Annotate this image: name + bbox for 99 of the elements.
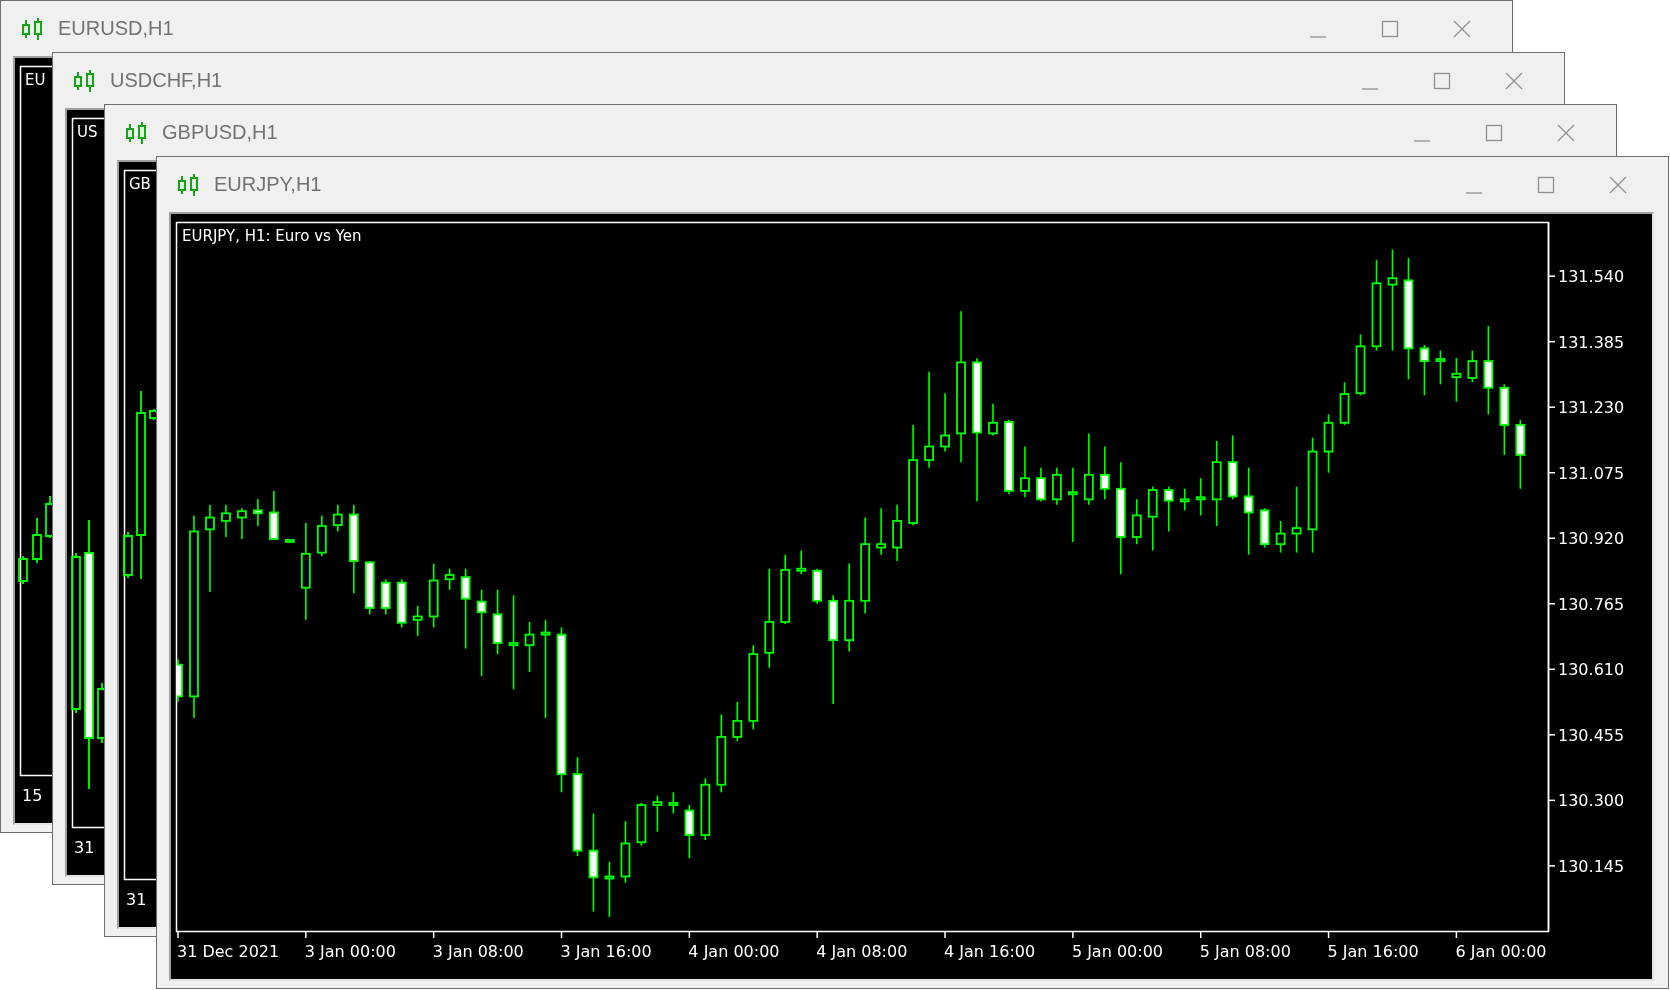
minimize-icon — [1413, 139, 1431, 142]
candle — [796, 549, 807, 575]
candle — [652, 794, 663, 833]
candle — [269, 490, 279, 541]
candle — [1515, 419, 1526, 490]
candle — [1435, 349, 1446, 386]
time-label: 5 Jan 08:00 — [1199, 942, 1291, 961]
candle — [284, 538, 295, 543]
candle — [380, 578, 391, 616]
price-label: 130.765 — [1558, 594, 1625, 614]
candle — [892, 504, 902, 562]
window-title: EURJPY,H1 — [214, 173, 322, 196]
close-icon — [1453, 19, 1471, 38]
price-label: 130.610 — [1558, 660, 1625, 680]
maximize-icon — [1433, 71, 1451, 90]
price-label: 131.075 — [1558, 463, 1625, 483]
candle — [1467, 349, 1478, 384]
candle — [1036, 466, 1046, 503]
time-label: 4 Jan 16:00 — [944, 942, 1036, 961]
candle — [604, 860, 615, 918]
candle — [1227, 434, 1238, 501]
candle — [396, 578, 407, 629]
price-label: 130.300 — [1558, 791, 1625, 811]
time-label: 3 Jan 08:00 — [432, 942, 524, 961]
candle — [684, 804, 695, 860]
candle — [940, 392, 950, 453]
window-title: GBPUSD,H1 — [162, 121, 278, 144]
candle — [1163, 485, 1174, 533]
time-label: 15 — [22, 786, 43, 805]
candle — [1020, 445, 1030, 499]
maximize-icon — [1537, 175, 1555, 194]
candle — [1195, 477, 1206, 517]
candle — [1179, 487, 1190, 512]
time-label: 31 — [126, 890, 147, 909]
price-label: 130.455 — [1558, 725, 1625, 745]
maximize-icon — [1381, 19, 1399, 38]
candle — [636, 802, 647, 847]
candle — [1147, 485, 1158, 552]
candle — [1052, 466, 1062, 506]
minimize-icon — [1309, 35, 1327, 38]
candle — [444, 567, 455, 591]
price-label: 131.385 — [1558, 332, 1625, 352]
price-label: 131.230 — [1558, 398, 1625, 418]
candle — [492, 589, 503, 655]
candle — [221, 504, 231, 538]
minimize-icon — [1465, 191, 1483, 194]
candle — [332, 504, 343, 533]
candle — [1131, 498, 1142, 545]
candle — [1323, 413, 1334, 474]
candle — [1339, 381, 1350, 426]
time-label: 3 Jan 00:00 — [304, 942, 396, 961]
candle — [780, 553, 791, 625]
candle — [412, 605, 423, 637]
candle — [428, 562, 439, 629]
time-label: 31 Dec 2021 — [177, 942, 280, 961]
time-label: 3 Jan 16:00 — [560, 942, 652, 961]
candle — [876, 507, 886, 556]
candlestick-icon — [22, 16, 44, 41]
chart-title: EURJPY, H1: Euro vs Yen — [182, 227, 362, 245]
candle — [1099, 445, 1110, 501]
window-title: EURUSD,H1 — [58, 17, 174, 40]
candlestick-icon — [126, 120, 148, 145]
candlestick-icon — [74, 68, 96, 93]
time-label: 6 Jan 00:00 — [1455, 942, 1547, 961]
time-label: 5 Jan 00:00 — [1071, 942, 1163, 961]
candle — [1355, 333, 1366, 397]
candle — [364, 560, 375, 616]
price-label: 130.145 — [1558, 856, 1625, 876]
close-icon — [1609, 175, 1627, 194]
time-label: 5 Jan 16:00 — [1327, 942, 1419, 961]
candle — [1259, 507, 1270, 549]
candle — [1419, 344, 1430, 397]
minimize-icon — [1361, 87, 1379, 90]
candle — [812, 567, 823, 605]
candle — [316, 514, 327, 557]
time-label: 4 Jan 00:00 — [688, 942, 780, 961]
candle — [620, 820, 631, 884]
candle — [988, 403, 998, 437]
maximize-icon — [1485, 123, 1503, 142]
chart-title: GB — [129, 175, 151, 193]
window-title: USDCHF,H1 — [110, 69, 223, 92]
time-label: 4 Jan 08:00 — [816, 942, 908, 961]
price-label: 130.920 — [1558, 529, 1625, 549]
candle — [700, 777, 711, 841]
candle — [732, 701, 743, 742]
close-icon — [1505, 71, 1523, 90]
candle — [524, 621, 535, 673]
chart-title: US — [77, 123, 98, 141]
candle — [1291, 485, 1302, 554]
price-label: 131.540 — [1558, 267, 1625, 287]
candle — [1451, 357, 1462, 403]
candle — [668, 791, 679, 815]
candlestick-icon — [178, 172, 200, 197]
close-icon — [1557, 123, 1575, 142]
time-label: 31 — [74, 838, 95, 857]
chart-title: EU — [25, 71, 46, 89]
candle — [237, 507, 247, 540]
candle — [1275, 520, 1286, 554]
candle — [253, 498, 263, 527]
